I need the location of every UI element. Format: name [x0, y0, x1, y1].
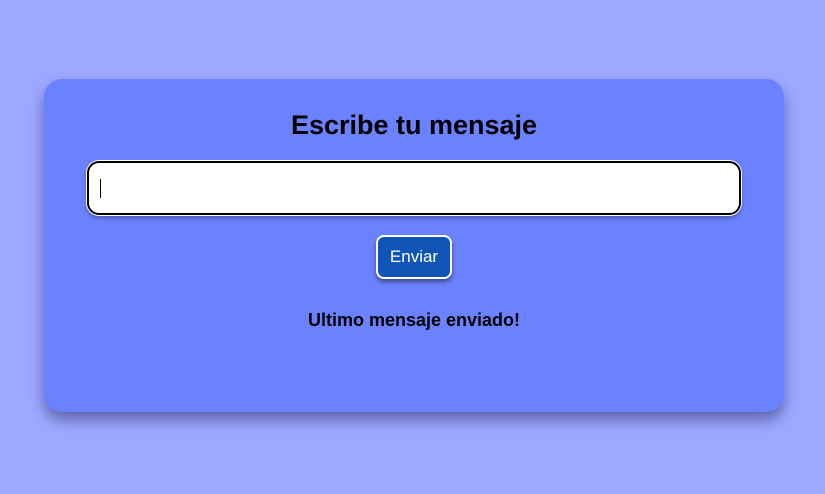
text-caret — [100, 179, 101, 198]
send-button[interactable]: Enviar — [376, 235, 452, 279]
form-title: Escribe tu mensaje — [290, 110, 538, 140]
status-message: Ultimo mensaje enviado! — [307, 310, 521, 330]
message-card: Escribe tu mensaje Enviar Ultimo mensaje… — [44, 79, 784, 412]
page: Escribe tu mensaje Enviar Ultimo mensaje… — [0, 0, 825, 494]
message-input[interactable] — [87, 161, 741, 215]
